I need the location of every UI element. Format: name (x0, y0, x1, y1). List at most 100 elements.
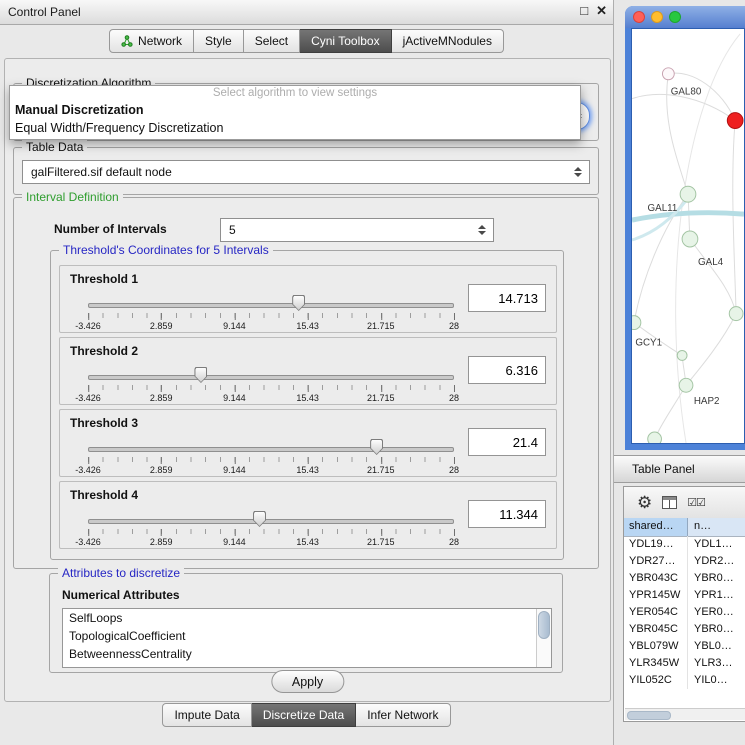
network-node[interactable] (679, 378, 693, 392)
table-row[interactable]: YLR345WYLR3… (624, 655, 745, 672)
table-horizontal-scrollbar[interactable] (625, 708, 745, 720)
close-traffic-light-icon[interactable] (633, 11, 645, 23)
list-scrollbar-thumb[interactable] (538, 611, 550, 639)
close-window-icon[interactable]: ✕ (596, 3, 607, 19)
numerical-attributes-label: Numerical Attributes (62, 588, 180, 602)
dropdown-item-placeholder[interactable]: Select algorithm to view settings (10, 86, 580, 101)
threshold-1-label: Threshold 1 (70, 272, 138, 286)
num-intervals-combobox-value: 5 (221, 223, 236, 237)
network-canvas[interactable]: GAL80 GAL11 GAL4 GCY1 HAP2 (631, 28, 745, 444)
gear-icon[interactable]: ⚙ (637, 494, 652, 511)
table-data-group: Table Data galFiltered.sif default node (13, 147, 599, 195)
threshold-2-slider-thumb[interactable] (194, 367, 207, 383)
tab-style[interactable]: Style (194, 29, 244, 53)
network-node[interactable] (729, 307, 743, 321)
table-row[interactable]: YER054CYER0… (624, 604, 745, 621)
float-window-icon[interactable]: □ (580, 3, 588, 19)
network-node[interactable] (662, 68, 674, 80)
list-item-selfloops[interactable]: SelfLoops (63, 609, 551, 627)
threshold-3-value-field[interactable] (468, 428, 546, 456)
table-row[interactable]: YIL052CYIL0… (624, 672, 745, 689)
table-data-group-title: Table Data (22, 140, 87, 154)
network-node-label: GAL80 (671, 87, 702, 98)
table-data-combobox-value: galFiltered.sif default node (23, 165, 172, 179)
threshold-2-panel: Threshold 2 -3.426 2.859 9.144 15.43 21.… (59, 337, 557, 405)
network-node-label: HAP2 (694, 396, 720, 407)
threshold-1-slider-track[interactable] (88, 303, 454, 308)
algorithm-dropdown-popup: Select algorithm to view settings Manual… (9, 85, 581, 140)
threshold-1-tick-labels: -3.426 2.859 9.144 15.43 21.715 28 (88, 319, 454, 330)
network-node[interactable] (677, 350, 687, 360)
table-row[interactable]: YPR145WYPR1… (624, 587, 745, 604)
threshold-2-slider-track[interactable] (88, 375, 454, 380)
threshold-3-slider[interactable]: -3.426 2.859 9.144 15.43 21.715 28 (88, 438, 454, 474)
list-item-betweennesscentrality[interactable]: BetweennessCentrality (63, 645, 551, 663)
threshold-1-slider-ticks (88, 313, 454, 318)
num-intervals-arrows-icon (478, 225, 486, 235)
threshold-2-tick-labels: -3.426 2.859 9.144 15.43 21.715 28 (88, 391, 454, 402)
table-panel-title: Table Panel (632, 462, 695, 476)
columns-icon[interactable] (662, 496, 677, 509)
network-node-label: GAL11 (648, 203, 678, 214)
threshold-3-slider-track[interactable] (88, 447, 454, 452)
zoom-traffic-light-icon[interactable] (669, 11, 681, 23)
select-columns-checkbox-icons[interactable]: ☑☑ (687, 496, 705, 509)
tab-cyni-toolbox[interactable]: Cyni Toolbox (300, 29, 391, 53)
table-horizontal-scrollbar-thumb[interactable] (627, 711, 671, 720)
num-intervals-label: Number of Intervals (54, 222, 167, 236)
threshold-coordinates-group: Threshold's Coordinates for 5 Intervals … (50, 250, 564, 560)
network-nodes (632, 68, 743, 443)
interval-definition-group: Interval Definition Number of Intervals … (13, 197, 599, 569)
numerical-attributes-list[interactable]: SelfLoops TopologicalCoefficient Between… (62, 608, 552, 668)
threshold-4-value-field[interactable] (468, 500, 546, 528)
network-node[interactable] (648, 432, 662, 443)
list-item-topologicalcoefficient[interactable]: TopologicalCoefficient (63, 627, 551, 645)
tab-style-label: Style (205, 34, 232, 48)
table-row[interactable]: YBR043CYBR0… (624, 570, 745, 587)
network-node-selected[interactable] (727, 113, 743, 129)
control-panel-titlebar: Control Panel □ ✕ (0, 0, 613, 25)
tab-discretize-data[interactable]: Discretize Data (252, 703, 356, 727)
dropdown-item-manual-discretization[interactable]: Manual Discretization (10, 101, 580, 119)
threshold-3-slider-ticks (88, 457, 454, 462)
dropdown-item-equal-width-frequency[interactable]: Equal Width/Frequency Discretization (10, 119, 580, 137)
threshold-1-value-field[interactable] (468, 284, 546, 312)
table-row[interactable]: YDL19…YDL1… (624, 536, 745, 553)
table-data-combobox[interactable]: galFiltered.sif default node (22, 160, 590, 184)
table-panel-header: Table Panel (614, 455, 745, 483)
apply-button[interactable]: Apply (271, 670, 344, 693)
threshold-1-slider[interactable]: -3.426 2.859 9.144 15.43 21.715 28 (88, 294, 454, 330)
threshold-4-slider-thumb[interactable] (253, 511, 266, 527)
table-row[interactable]: YDR27…YDR2… (624, 553, 745, 570)
threshold-1-slider-thumb[interactable] (292, 295, 305, 311)
top-tab-bar: Network Style Select Cyni Toolbox jActiv… (0, 29, 613, 53)
tab-select[interactable]: Select (244, 29, 300, 53)
threshold-2-slider[interactable]: -3.426 2.859 9.144 15.43 21.715 28 (88, 366, 454, 402)
threshold-4-label: Threshold 4 (70, 488, 138, 502)
threshold-4-slider[interactable]: -3.426 2.859 9.144 15.43 21.715 28 (88, 510, 454, 546)
tab-impute-data[interactable]: Impute Data (162, 703, 251, 727)
threshold-4-panel: Threshold 4 -3.426 2.859 9.144 15.43 21.… (59, 481, 557, 549)
tab-jactivemnodules[interactable]: jActiveMNodules (392, 29, 504, 53)
table-header-row: shared… n… (624, 518, 745, 537)
list-scrollbar[interactable] (536, 609, 551, 667)
attributes-group: Attributes to discretize Numerical Attri… (49, 573, 563, 673)
column-header-name[interactable]: n… (688, 518, 745, 536)
network-node[interactable] (680, 186, 696, 202)
threshold-3-slider-thumb[interactable] (370, 439, 383, 455)
threshold-4-slider-track[interactable] (88, 519, 454, 524)
network-node[interactable] (682, 231, 698, 247)
tab-infer-network[interactable]: Infer Network (356, 703, 450, 727)
tab-network[interactable]: Network (109, 29, 194, 53)
threshold-2-slider-ticks (88, 385, 454, 390)
threshold-2-value-field[interactable] (468, 356, 546, 384)
num-intervals-combobox[interactable]: 5 (220, 218, 494, 242)
tab-infer-network-label: Infer Network (367, 708, 438, 722)
table-row[interactable]: YBL079WYBL0… (624, 638, 745, 655)
column-header-shared-name[interactable]: shared… (624, 518, 688, 536)
minimize-traffic-light-icon[interactable] (651, 11, 663, 23)
cyni-toolbox-panel: Discretization Algorithm Select algorith… (4, 58, 611, 702)
table-row[interactable]: YBR045CYBR0… (624, 621, 745, 638)
network-node[interactable] (632, 316, 641, 330)
tab-network-label: Network (138, 34, 182, 48)
